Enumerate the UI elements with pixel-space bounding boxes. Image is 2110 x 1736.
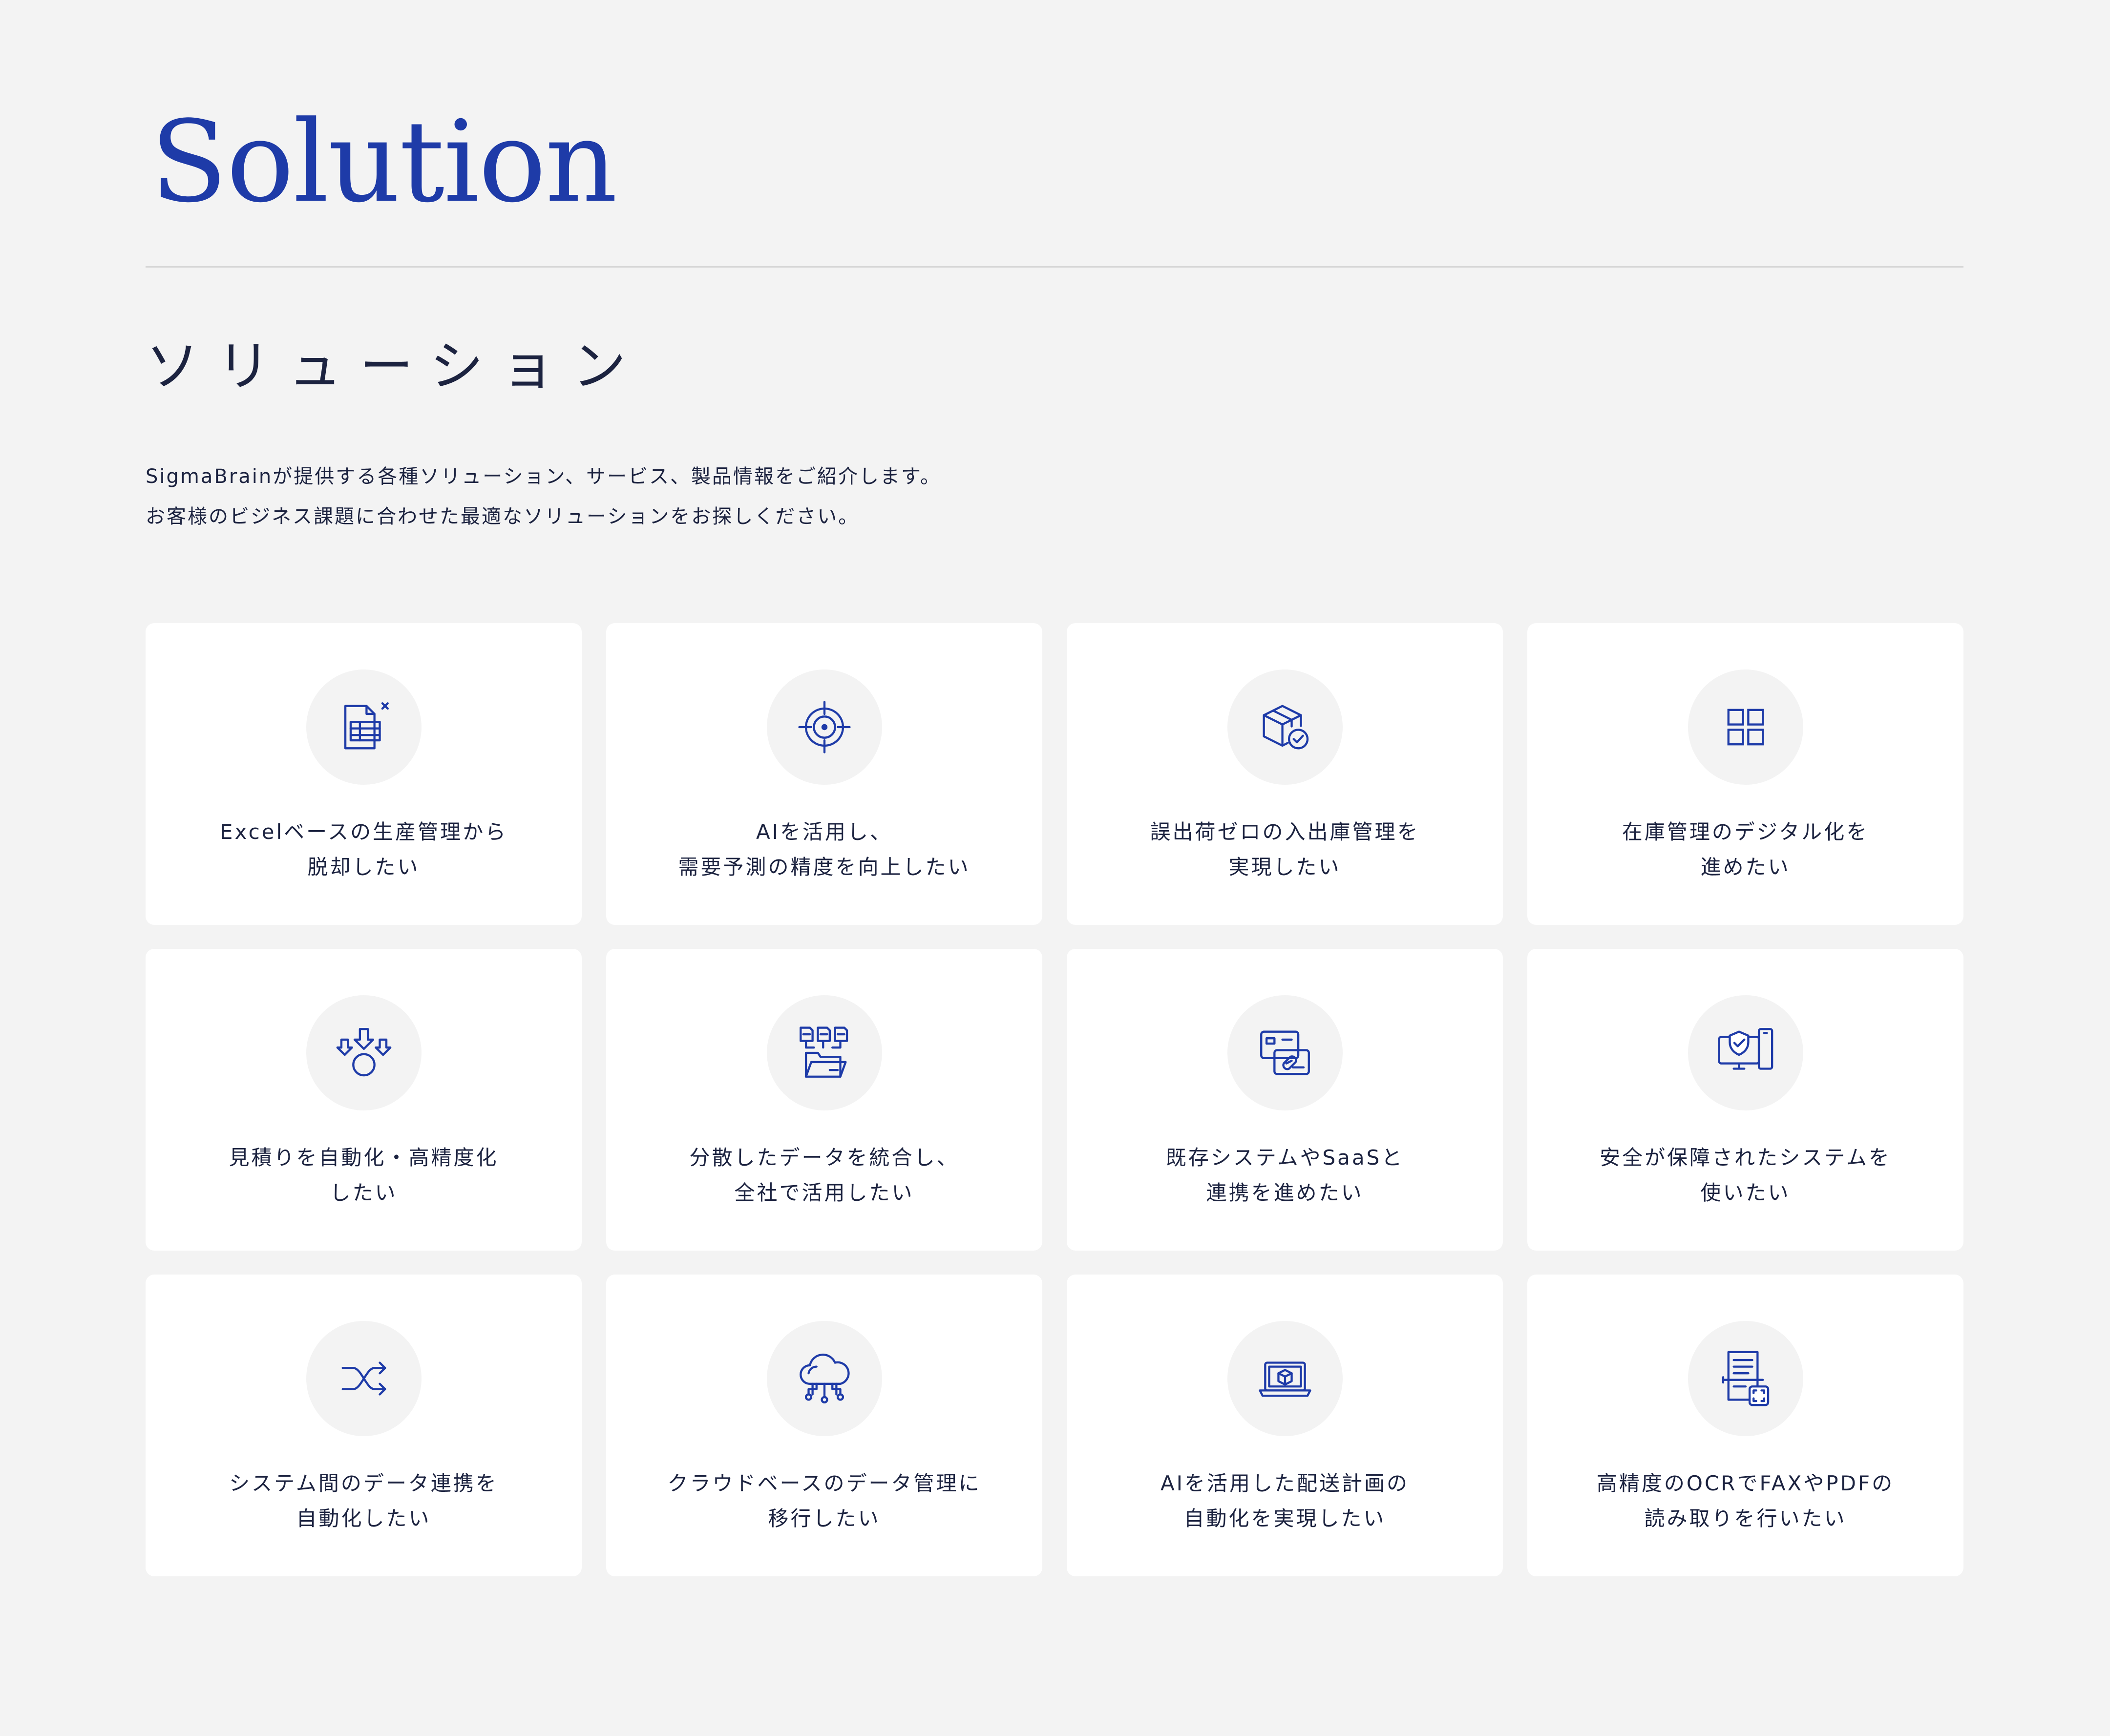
card-label: 在庫管理のデジタル化を 進めたい — [1622, 820, 1869, 879]
icon-badge — [1227, 995, 1343, 1110]
files-folder-icon — [799, 1026, 848, 1078]
page-description: SigmaBrainが提供する各種ソリューション、サービス、製品情報をご紹介しま… — [146, 457, 941, 537]
secure-devices-icon — [1718, 1028, 1773, 1070]
icon-badge — [766, 995, 882, 1110]
solution-card-excel[interactable]: Excelベースの生産管理から 脱却したい — [146, 623, 582, 925]
solution-card-estimate[interactable]: 見積りを自動化・高精度化 したい — [146, 949, 582, 1251]
title-divider — [146, 266, 1963, 268]
solution-card-ocr[interactable]: 高精度のOCRでFAXやPDFの 読み取りを行いたい — [1527, 1275, 1963, 1576]
page-title-jp: ソリューション — [146, 335, 644, 397]
box-check-icon — [1263, 705, 1308, 750]
icon-badge — [306, 995, 422, 1110]
card-label: AIを活用し、 需要予測の精度を向上したい — [678, 820, 971, 879]
shuffle-icon — [341, 1361, 386, 1396]
card-label: クラウドベースのデータ管理に 移行したい — [667, 1471, 981, 1530]
solution-card-demand-forecast[interactable]: AIを活用し、 需要予測の精度を向上したい — [606, 623, 1042, 925]
laptop-box-icon — [1258, 1361, 1311, 1397]
icon-badge — [766, 1321, 882, 1436]
icon-badge — [306, 1321, 422, 1436]
solution-card-saas-integration[interactable]: 既存システムやSaaSと 連携を進めたい — [1067, 949, 1503, 1251]
page-title-en: Solution — [150, 97, 617, 228]
card-label: 既存システムやSaaSと 連携を進めたい — [1165, 1146, 1404, 1205]
solution-grid: Excelベースの生産管理から 脱却したい AIを活用し、 需要予測の精度を向上… — [146, 623, 1963, 1576]
link-cards-icon — [1260, 1030, 1310, 1075]
card-label: Excelベースの生産管理から 脱却したい — [219, 820, 508, 879]
arrows-merge-icon — [336, 1028, 391, 1077]
solution-card-cloud[interactable]: クラウドベースのデータ管理に 移行したい — [606, 1275, 1042, 1576]
card-label: システム間のデータ連携を 自動化したい — [229, 1471, 498, 1530]
icon-badge — [1688, 669, 1803, 785]
description-line-1: SigmaBrainが提供する各種ソリューション、サービス、製品情報をご紹介しま… — [146, 465, 942, 488]
icon-badge — [1227, 669, 1343, 785]
icon-badge — [1688, 995, 1803, 1110]
excel-sheet-icon — [344, 702, 389, 750]
icon-badge — [1688, 1321, 1803, 1436]
solution-card-inventory[interactable]: 在庫管理のデジタル化を 進めたい — [1527, 623, 1963, 925]
solution-card-system-integration[interactable]: システム間のデータ連携を 自動化したい — [146, 1275, 582, 1576]
solution-card-delivery-planning[interactable]: AIを活用した配送計画の 自動化を実現したい — [1067, 1275, 1503, 1576]
icon-badge — [306, 669, 422, 785]
card-label: 安全が保障されたシステムを 使いたい — [1600, 1146, 1891, 1205]
description-line-2: お客様のビジネス課題に合わせた最適なソリューションをお探しください。 — [146, 505, 860, 528]
card-label: 高精度のOCRでFAXやPDFの 読み取りを行いたい — [1596, 1471, 1895, 1530]
icon-badge — [766, 669, 882, 785]
target-icon — [798, 701, 851, 753]
document-scan-icon — [1722, 1351, 1769, 1406]
solution-card-security[interactable]: 安全が保障されたシステムを 使いたい — [1527, 949, 1963, 1251]
card-label: 誤出荷ゼロの入出庫管理を 実現したい — [1150, 820, 1420, 879]
grid-icon — [1727, 709, 1764, 746]
icon-badge — [1227, 1321, 1343, 1436]
solution-card-data-integration[interactable]: 分散したデータを統合し、 全社で活用したい — [606, 949, 1042, 1251]
card-label: AIを活用した配送計画の 自動化を実現したい — [1160, 1471, 1410, 1530]
solution-card-shipping[interactable]: 誤出荷ゼロの入出庫管理を 実現したい — [1067, 623, 1503, 925]
card-label: 分散したデータを統合し、 全社で活用したい — [689, 1146, 959, 1205]
card-label: 見積りを自動化・高精度化 したい — [229, 1146, 499, 1205]
cloud-network-icon — [799, 1353, 850, 1403]
